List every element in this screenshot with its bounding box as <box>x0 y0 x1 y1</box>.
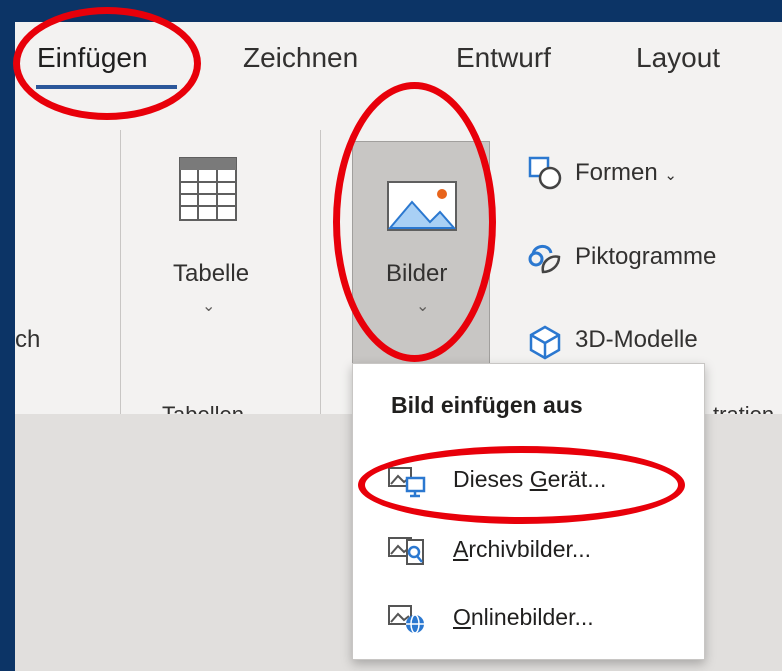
pictograms-icon <box>528 245 561 274</box>
shapes-label: Formen <box>575 159 658 186</box>
stock-image-icon <box>388 537 424 565</box>
menu-item-stock-images[interactable]: Archivbilder... <box>353 524 704 578</box>
active-tab-underline <box>36 85 177 89</box>
picture-icon <box>387 181 457 231</box>
online-image-icon <box>388 605 424 634</box>
cube-icon <box>529 325 561 360</box>
chevron-down-icon: ⌄ <box>664 167 677 184</box>
icons-button[interactable]: Piktogramme <box>527 239 782 279</box>
chevron-down-icon: ⌄ <box>202 298 216 315</box>
cut-off-command-label[interactable]: ch <box>15 326 40 354</box>
menu-item-this-device[interactable]: Dieses Gerät... <box>353 454 704 508</box>
menu-item-text: erät... <box>547 466 607 492</box>
table-icon <box>179 157 237 221</box>
3d-models-label: 3D-Modelle <box>575 326 698 353</box>
3d-models-button[interactable]: 3D-Modelle <box>527 322 747 362</box>
tab-entwurf[interactable]: Entwurf <box>456 42 551 74</box>
shapes-icon <box>528 156 562 190</box>
tab-layout[interactable]: Layout <box>636 42 720 74</box>
tab-zeichnen[interactable]: Zeichnen <box>243 42 358 74</box>
device-image-icon <box>388 467 426 498</box>
shapes-button[interactable]: Formen ⌄ <box>527 155 727 195</box>
pictures-label: Bilder <box>386 260 448 287</box>
group-separator <box>120 130 121 415</box>
pictures-button[interactable]: Bilder ⌄ <box>352 141 490 376</box>
menu-item-text: nlinebilder... <box>470 604 594 630</box>
accelerator-key: G <box>529 466 548 492</box>
table-label: Tabelle <box>173 260 250 287</box>
accelerator-key: A <box>453 536 469 562</box>
dropdown-header: Bild einfügen aus <box>391 392 583 418</box>
menu-item-text: rchivbilder... <box>468 536 592 562</box>
menu-item-text: Dieses <box>453 466 530 492</box>
group-separator <box>320 130 321 415</box>
pictograms-label: Piktogramme <box>575 243 717 270</box>
tab-bar: Einfügen Zeichnen Entwurf Layout <box>15 22 782 100</box>
accelerator-key: O <box>453 604 471 630</box>
tab-einfuegen[interactable]: Einfügen <box>37 42 148 74</box>
insert-picture-dropdown: Bild einfügen aus Dieses Gerät... Archiv… <box>352 363 705 660</box>
menu-item-online-images[interactable]: Onlinebilder... <box>353 592 704 646</box>
chevron-down-icon: ⌄ <box>416 298 430 315</box>
